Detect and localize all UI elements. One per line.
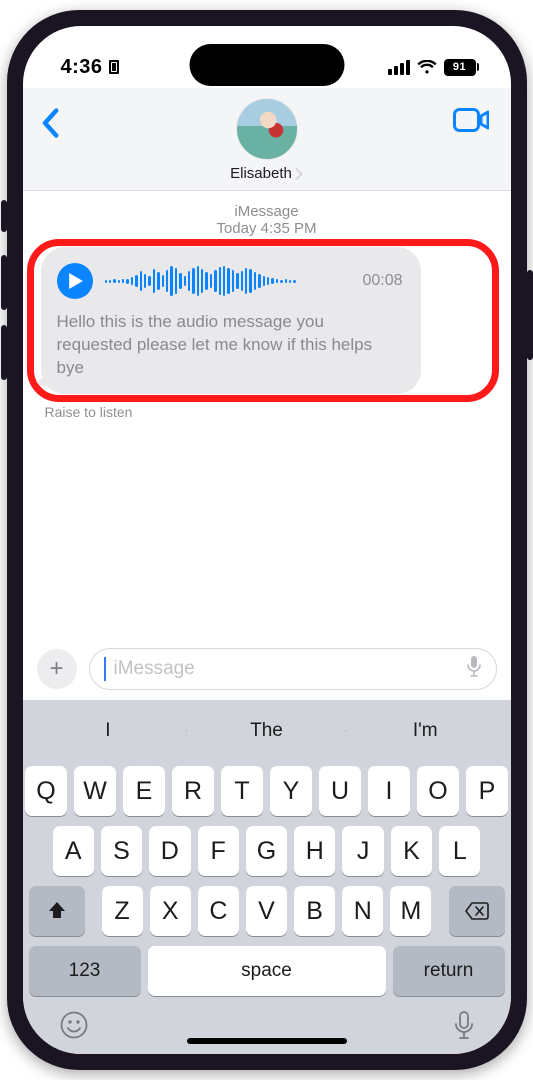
play-icon xyxy=(69,273,83,289)
key-f[interactable]: F xyxy=(198,826,239,876)
status-time: 4:36 xyxy=(61,56,103,79)
key-o[interactable]: O xyxy=(417,766,459,816)
conversation-header: Elisabeth xyxy=(23,88,511,191)
facetime-button[interactable] xyxy=(453,108,489,137)
numbers-key[interactable]: 123 xyxy=(29,946,141,996)
composer-row: + iMessage xyxy=(23,640,511,700)
key-r[interactable]: R xyxy=(172,766,214,816)
message-input[interactable]: iMessage xyxy=(89,648,497,690)
key-w[interactable]: W xyxy=(74,766,116,816)
conversation-timestamp: Today 4:35 PM xyxy=(41,220,493,237)
cell-signal-icon xyxy=(388,60,410,75)
conversation-area[interactable]: iMessage Today 4:35 PM 00:08 Hello this … xyxy=(23,191,511,640)
service-label: iMessage xyxy=(41,203,493,220)
key-s[interactable]: S xyxy=(101,826,142,876)
wifi-icon xyxy=(417,60,437,75)
suggestion-2[interactable]: The xyxy=(187,720,346,742)
contact-name: Elisabeth xyxy=(230,165,292,182)
key-e[interactable]: E xyxy=(123,766,165,816)
key-n[interactable]: N xyxy=(342,886,383,936)
key-h[interactable]: H xyxy=(294,826,335,876)
key-k[interactable]: K xyxy=(391,826,432,876)
shift-icon xyxy=(46,900,68,922)
audio-transcript: Hello this is the audio message you requ… xyxy=(57,311,403,380)
return-key[interactable]: return xyxy=(393,946,505,996)
key-d[interactable]: D xyxy=(149,826,190,876)
keyboard: I The I'm QWERTYUIOP ASDFGHJKL ZXCVBNM 1… xyxy=(23,700,511,1054)
raise-to-listen-hint: Raise to listen xyxy=(45,404,493,420)
delete-key[interactable] xyxy=(449,886,505,936)
space-key[interactable]: space xyxy=(148,946,386,996)
back-button[interactable] xyxy=(41,108,59,143)
plus-button[interactable]: + xyxy=(37,649,77,689)
key-y[interactable]: Y xyxy=(270,766,312,816)
audio-waveform[interactable] xyxy=(105,264,351,298)
contact-name-button[interactable]: Elisabeth xyxy=(230,165,303,182)
key-l[interactable]: L xyxy=(439,826,480,876)
home-indicator[interactable] xyxy=(187,1038,347,1044)
dictation-icon[interactable] xyxy=(466,655,482,683)
emoji-icon xyxy=(59,1010,89,1040)
key-x[interactable]: X xyxy=(150,886,191,936)
microphone-icon xyxy=(453,1010,475,1040)
suggestion-3[interactable]: I'm xyxy=(346,720,505,742)
key-z[interactable]: Z xyxy=(102,886,143,936)
delete-icon xyxy=(464,901,490,921)
key-g[interactable]: G xyxy=(246,826,287,876)
key-c[interactable]: C xyxy=(198,886,239,936)
audio-message-bubble[interactable]: 00:08 Hello this is the audio message yo… xyxy=(41,247,421,394)
contact-avatar[interactable] xyxy=(236,98,298,160)
sim-icon xyxy=(109,60,119,74)
battery-icon: 91 xyxy=(444,59,479,76)
emoji-key[interactable] xyxy=(59,1010,89,1040)
key-u[interactable]: U xyxy=(319,766,361,816)
text-caret xyxy=(104,657,106,681)
key-t[interactable]: T xyxy=(221,766,263,816)
suggestion-1[interactable]: I xyxy=(29,720,188,742)
predictive-row: I The I'm xyxy=(29,706,505,756)
key-b[interactable]: B xyxy=(294,886,335,936)
key-q[interactable]: Q xyxy=(25,766,67,816)
play-button[interactable] xyxy=(57,263,93,299)
key-v[interactable]: V xyxy=(246,886,287,936)
shift-key[interactable] xyxy=(29,886,85,936)
key-a[interactable]: A xyxy=(53,826,94,876)
key-j[interactable]: J xyxy=(342,826,383,876)
audio-duration: 00:08 xyxy=(362,272,402,290)
key-m[interactable]: M xyxy=(390,886,431,936)
mic-key[interactable] xyxy=(453,1010,475,1040)
chevron-right-icon xyxy=(294,168,303,180)
key-p[interactable]: P xyxy=(466,766,508,816)
message-placeholder: iMessage xyxy=(114,658,458,680)
key-i[interactable]: I xyxy=(368,766,410,816)
